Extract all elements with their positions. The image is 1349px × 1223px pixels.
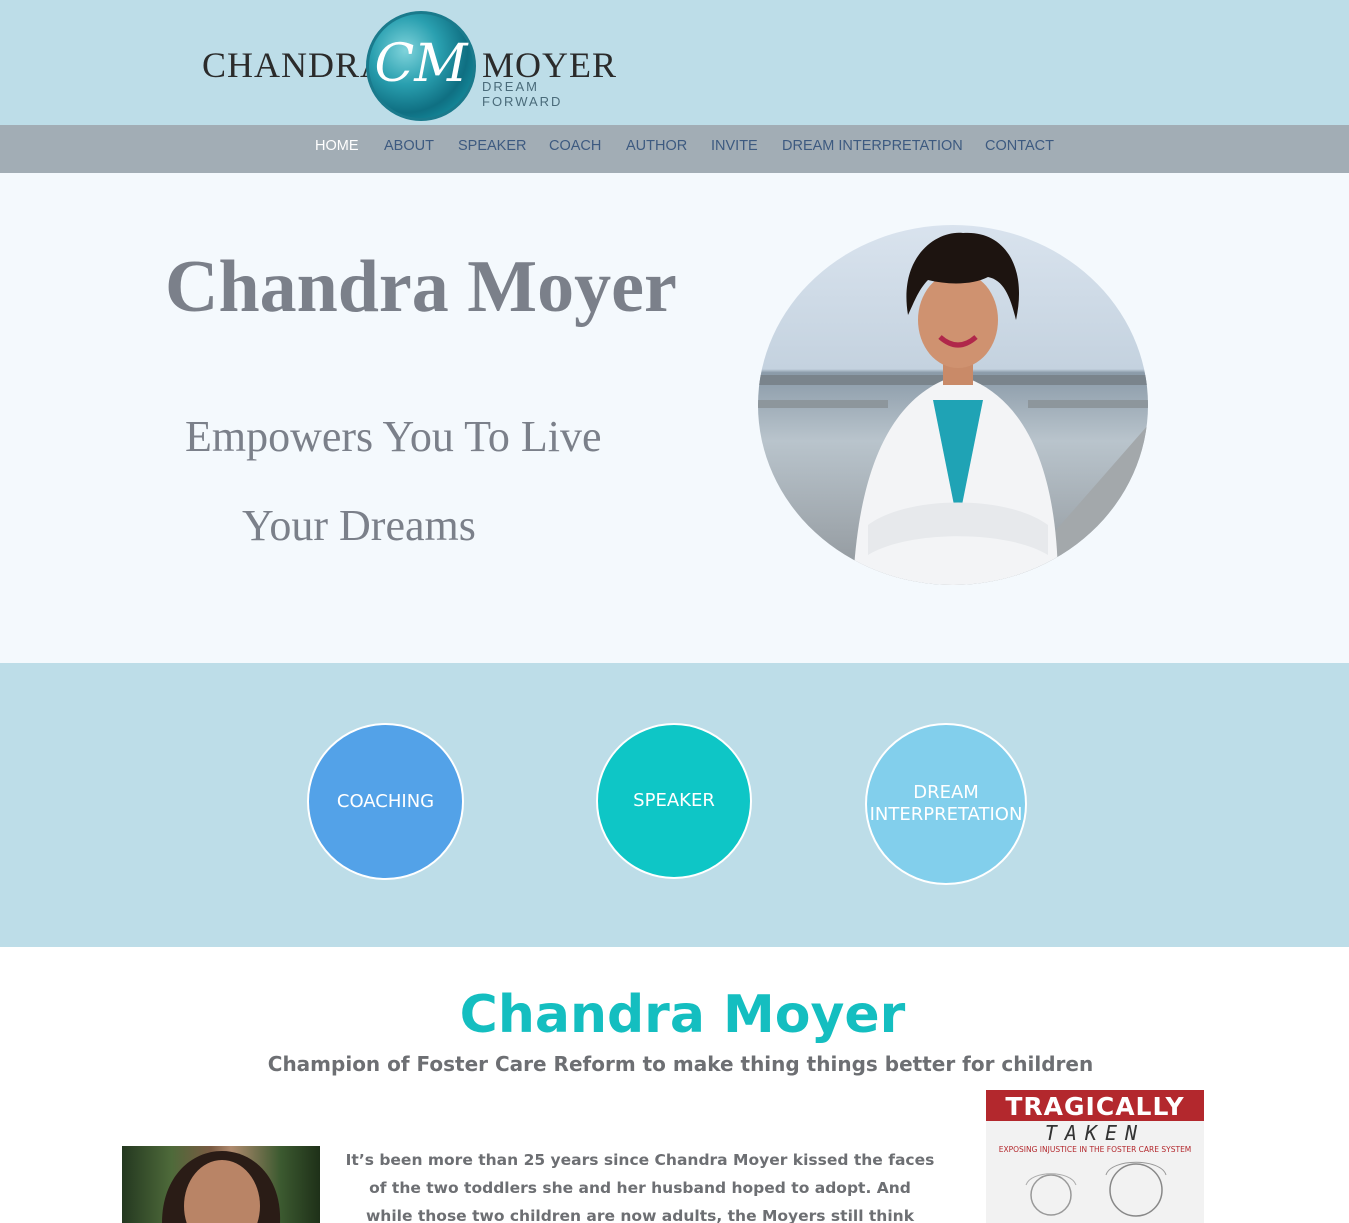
- logo-monogram: CM: [374, 34, 468, 94]
- nav-author[interactable]: AUTHOR: [626, 138, 687, 154]
- bio-title: Chandra Moyer: [459, 985, 906, 1045]
- nav-coach[interactable]: COACH: [549, 138, 601, 154]
- nav-contact[interactable]: CONTACT: [985, 138, 1054, 154]
- book-sketch-illustration: [1025, 1161, 1167, 1217]
- hero-portrait-photo: [758, 225, 1148, 585]
- bio-photo: [122, 1146, 320, 1223]
- bio-section: Chandra Moyer Champion of Foster Care Re…: [0, 947, 1349, 1223]
- logo-monogram-badge: CM: [366, 11, 476, 121]
- hero-section: Chandra Moyer Empowers You To Live Your …: [0, 173, 1349, 663]
- nav-speaker[interactable]: SPEAKER: [458, 138, 527, 154]
- hero-tagline-line2: Your Dreams: [242, 501, 476, 550]
- bio-subtitle: Champion of Foster Care Reform to make t…: [267, 1052, 1094, 1076]
- nav-dream-interpretation[interactable]: DREAM INTERPRETATION: [782, 138, 963, 154]
- nav-home[interactable]: HOME: [315, 138, 359, 154]
- portrait-illustration: [758, 232, 1148, 585]
- hero-tagline-line1: Empowers You To Live: [185, 412, 602, 461]
- book-cover[interactable]: TRAGICALLY TAKEN EXPOSING INJUSTICE IN T…: [986, 1090, 1204, 1223]
- nav-invite[interactable]: INVITE: [711, 138, 758, 154]
- main-nav: HOME ABOUT SPEAKER COACH AUTHOR INVITE D…: [0, 125, 1349, 173]
- services-band: COACHING SPEAKER DREAM INTERPRETATION: [0, 663, 1349, 947]
- speaker-label: SPEAKER: [633, 790, 715, 811]
- speaker-button[interactable]: SPEAKER: [596, 723, 752, 879]
- logo-first-name: CHANDRA: [202, 45, 388, 85]
- nav-about[interactable]: ABOUT: [384, 138, 434, 154]
- site-logo[interactable]: CHANDRA CM MOYER DREAM FORWARD: [200, 8, 616, 121]
- dream-label-line2: INTERPRETATION: [869, 804, 1023, 825]
- hero-title: Chandra Moyer: [165, 246, 677, 328]
- bio-paragraph: It’s been more than 25 years since Chand…: [345, 1151, 935, 1223]
- bio-photo-illustration: [162, 1151, 281, 1223]
- site-header: CHANDRA CM MOYER DREAM FORWARD: [0, 0, 1349, 125]
- coaching-button[interactable]: COACHING: [307, 723, 464, 880]
- coaching-label: COACHING: [336, 790, 435, 812]
- dream-interpretation-button[interactable]: DREAM INTERPRETATION: [865, 723, 1027, 885]
- logo-tagline: DREAM FORWARD: [482, 79, 563, 109]
- dream-label-line1: DREAM: [913, 782, 979, 803]
